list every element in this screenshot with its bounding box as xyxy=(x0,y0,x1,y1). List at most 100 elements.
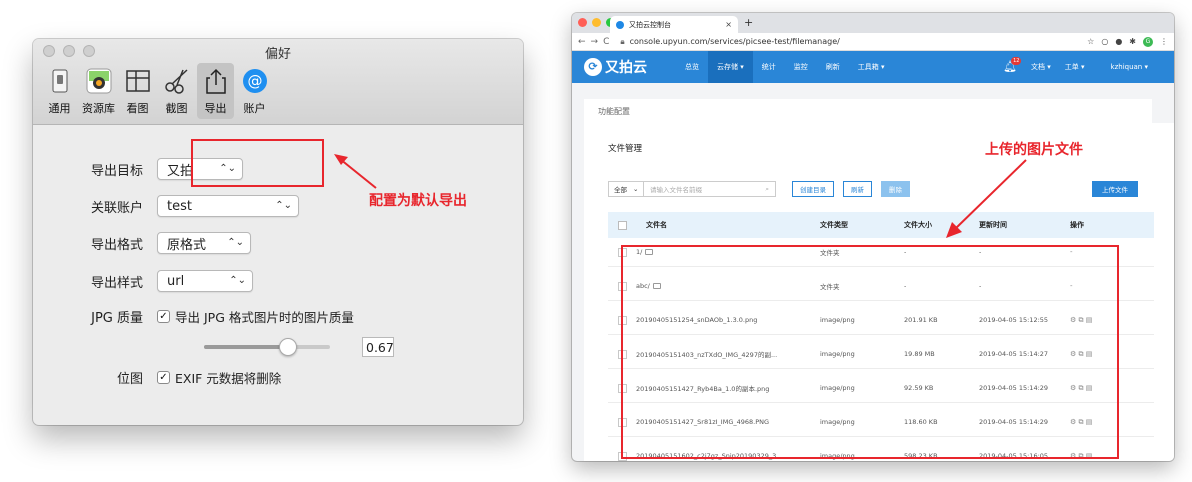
puzzle-icon[interactable]: ✱ xyxy=(1129,37,1136,46)
style-row: 导出样式 url ⌃⌄ xyxy=(33,270,253,292)
browser-extensions: ☆ ○ ● ✱ G ⋮ xyxy=(1087,36,1168,47)
address-bar: ←→C 🔒︎ console.upyun.com/services/picsee… xyxy=(572,33,1174,51)
svg-text:@: @ xyxy=(247,72,262,90)
notification-badge: 12 xyxy=(1011,57,1022,65)
preferences-window: 偏好 通用 资源库 看图 截图 导出 @ 账户 导出目标 又拍 ⌃⌄ 关联账户 … xyxy=(33,39,523,425)
col-actions: 操作 xyxy=(1070,221,1084,229)
nav-cloud-storage[interactable]: 云存储 ▾ xyxy=(708,51,753,83)
quality-slider-fill xyxy=(204,345,289,349)
nav-refresh[interactable]: 刷新 xyxy=(817,51,849,83)
star-icon[interactable]: ☆ xyxy=(1087,37,1094,46)
at-icon: @ xyxy=(240,66,270,96)
col-filesize: 文件大小 xyxy=(904,221,932,229)
bell-icon[interactable]: 🔔︎ 12 xyxy=(1003,51,1022,83)
extension-icon[interactable]: ● xyxy=(1115,37,1122,46)
delete-button[interactable]: 删除 xyxy=(881,181,910,197)
tab-screenshot-label: 截图 xyxy=(165,102,188,115)
create-folder-button[interactable]: 创建目录 xyxy=(792,181,834,197)
title-bar: 偏好 通用 资源库 看图 截图 导出 @ 账户 xyxy=(33,39,523,125)
search-placeholder: 请输入文件名前缀 xyxy=(650,186,702,194)
filter-select[interactable]: 全部 ⌄ xyxy=(608,181,644,197)
grid-icon xyxy=(123,66,153,96)
browser-tab-title: 又拍云控制台 xyxy=(629,20,671,29)
avatar[interactable]: G xyxy=(1143,36,1153,47)
export-target-value: 又拍 xyxy=(167,163,194,179)
main-menu: 总览 云存储 ▾ 统计 监控 刷新 工具箱 ▾ xyxy=(676,51,894,83)
account-row: 关联账户 test ⌃⌄ xyxy=(33,195,299,217)
tab-account[interactable]: @ 账户 xyxy=(236,63,273,119)
jpg-quality-checkbox[interactable]: ✓ 导出 JPG 格式图片时的图片质量 xyxy=(157,307,354,326)
more-icon[interactable]: ⋮ xyxy=(1160,37,1168,46)
jpg-quality-label: JPG 质量 xyxy=(91,311,143,326)
nav-user[interactable]: kzhiquan ▾ xyxy=(1111,51,1148,83)
browser-tab-strip: 又拍云控制台 × + xyxy=(572,13,1174,33)
search-icon: ⌕ xyxy=(765,184,769,193)
tab-feature-config[interactable]: 功能配置 xyxy=(584,99,1152,123)
upyun-logo-icon: ⟳ xyxy=(584,58,602,76)
bitmap-label: 位图 xyxy=(116,372,143,387)
tab-viewer-label: 看图 xyxy=(126,102,149,115)
jpg-quality-row: JPG 质量 ✓ 导出 JPG 格式图片时的图片质量 xyxy=(33,307,354,326)
nav-right: 🔔︎ 12 文档 ▾ 工单 ▾ kzhiquan ▾ xyxy=(1003,51,1148,83)
switch-icon xyxy=(45,66,75,96)
close-tab-icon[interactable]: × xyxy=(725,20,732,29)
lock-icon: 🔒︎ xyxy=(620,36,625,46)
tab-general[interactable]: 通用 xyxy=(41,63,78,119)
browser-tab[interactable]: 又拍云控制台 × xyxy=(610,16,738,33)
chevron-down-icon: ⌄ xyxy=(633,185,639,193)
file-toolbar: 全部 ⌄ 请输入文件名前缀 ⌕ 创建目录 刷新 删除 xyxy=(608,181,910,197)
new-tab-button[interactable]: + xyxy=(744,16,753,29)
tab-viewer[interactable]: 看图 xyxy=(119,63,156,119)
refresh-button[interactable]: 刷新 xyxy=(843,181,872,197)
tab-account-label: 账户 xyxy=(243,102,266,115)
tab-screenshot[interactable]: 截图 xyxy=(158,63,195,119)
export-target-label: 导出目标 xyxy=(90,163,143,179)
upyun-logo-text: 又拍云 xyxy=(605,60,647,76)
share-icon xyxy=(201,66,231,96)
account-select[interactable]: test ⌃⌄ xyxy=(157,195,299,217)
filter-select-value: 全部 xyxy=(614,186,627,194)
checkmark-icon: ✓ xyxy=(157,371,170,384)
upyun-logo[interactable]: ⟳ 又拍云 xyxy=(584,57,647,77)
minimize-button[interactable] xyxy=(592,18,601,27)
nav-monitor[interactable]: 监控 xyxy=(785,51,817,83)
upload-file-button[interactable]: 上传文件 xyxy=(1092,181,1138,197)
nav-docs[interactable]: 文档 ▾ xyxy=(1031,51,1051,83)
style-value: url xyxy=(167,273,185,289)
favicon-icon xyxy=(616,20,624,29)
chevron-updown-icon: ⌃⌄ xyxy=(227,237,244,248)
checkmark-icon: ✓ xyxy=(157,310,170,323)
style-select[interactable]: url ⌃⌄ xyxy=(157,270,253,292)
close-button[interactable] xyxy=(578,18,587,27)
highlight-box-export-target xyxy=(191,139,324,187)
highlight-box-uploaded-files xyxy=(621,245,1119,459)
url-field[interactable]: console.upyun.com/services/picsee-test/f… xyxy=(630,37,840,46)
nav-stats[interactable]: 统计 xyxy=(753,51,785,83)
exif-check-text: EXIF 元数据将删除 xyxy=(175,371,282,386)
prefs-toolbar: 通用 资源库 看图 截图 导出 @ 账户 xyxy=(41,63,273,119)
account-label: 关联账户 xyxy=(90,200,143,216)
table-header: 文件名 文件类型 文件大小 更新时间 操作 xyxy=(608,212,1154,238)
tab-export-label: 导出 xyxy=(204,102,227,115)
nav-tickets[interactable]: 工单 ▾ xyxy=(1065,51,1085,83)
col-filetype: 文件类型 xyxy=(820,221,848,229)
window-title: 偏好 xyxy=(264,47,291,62)
card-title: 文件管理 xyxy=(608,144,643,154)
exif-checkbox[interactable]: ✓ EXIF 元数据将删除 xyxy=(157,368,281,387)
nav-overview[interactable]: 总览 xyxy=(676,51,708,83)
annotation-arrow-left xyxy=(334,154,377,189)
tab-library[interactable]: 资源库 xyxy=(80,63,117,119)
format-select[interactable]: 原格式 ⌃⌄ xyxy=(157,232,251,254)
quality-value-field[interactable]: 0.67 xyxy=(362,337,394,357)
tab-export[interactable]: 导出 xyxy=(197,63,234,119)
select-all-checkbox[interactable] xyxy=(618,220,627,230)
quality-slider[interactable] xyxy=(204,338,330,356)
nav-toolbox[interactable]: 工具箱 ▾ xyxy=(849,51,894,83)
photos-icon xyxy=(84,66,114,96)
nav-buttons[interactable]: ←→C xyxy=(578,37,614,47)
filename-search-input[interactable]: 请输入文件名前缀 ⌕ xyxy=(644,181,776,197)
upyun-navbar: ⟳ 又拍云 总览 云存储 ▾ 统计 监控 刷新 工具箱 ▾ 🔔︎ 12 文档 ▾ … xyxy=(572,51,1174,83)
quality-slider-knob[interactable] xyxy=(279,338,298,356)
extension-icon[interactable]: ○ xyxy=(1101,37,1108,46)
annotation-text-default-export: 配置为默认导出 xyxy=(369,193,467,209)
